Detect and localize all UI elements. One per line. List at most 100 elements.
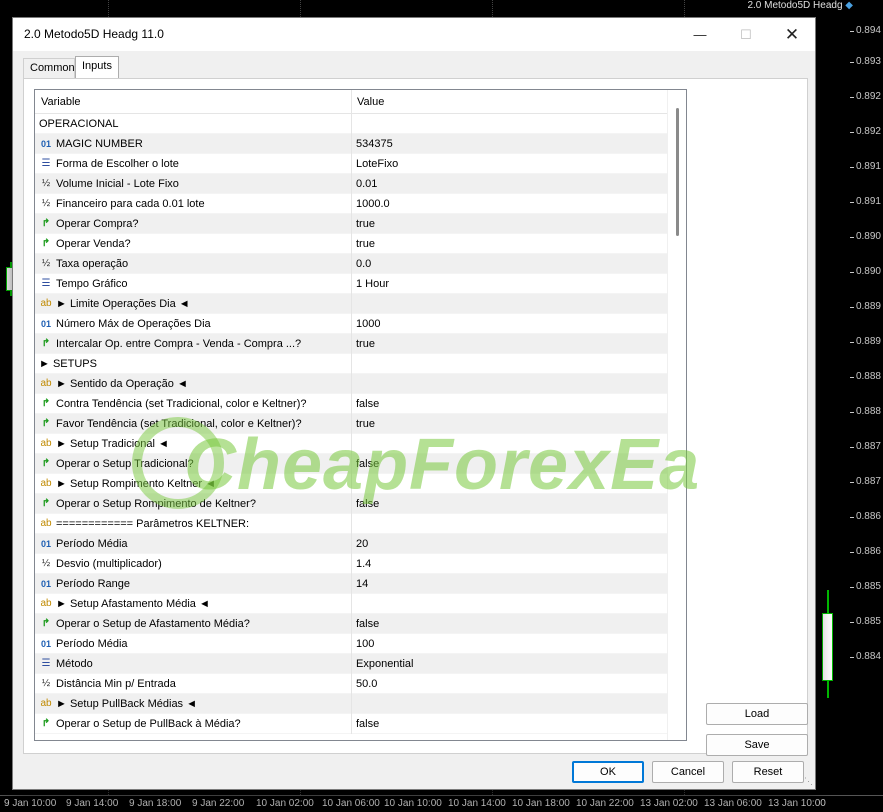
table-row[interactable]: ab ► Setup Afastamento Média ◄: [35, 594, 667, 614]
table-row[interactable]: ↱ Operar o Setup Tradicional? false: [35, 454, 667, 474]
scrollbar-thumb[interactable]: [676, 108, 679, 236]
value-cell[interactable]: true: [351, 234, 667, 254]
table-row[interactable]: ↱ Operar Compra? true: [35, 214, 667, 234]
table-row[interactable]: ↱ Operar Venda? true: [35, 234, 667, 254]
value-cell[interactable]: false: [351, 494, 667, 514]
value-cell[interactable]: false: [351, 454, 667, 474]
variable-cell: 01 Número Máx de Operações Dia: [39, 314, 349, 334]
value-cell[interactable]: true: [351, 414, 667, 434]
value-cell[interactable]: 100: [351, 634, 667, 654]
table-row[interactable]: ½ Volume Inicial - Lote Fixo 0.01: [35, 174, 667, 194]
screen: 2.0 Metodo5D Headg ◆ 0.894 0.893 0.892 0.89…: [0, 0, 883, 812]
bool-type-icon: ↱: [41, 338, 51, 350]
ok-button[interactable]: OK: [572, 761, 644, 783]
table-row[interactable]: ☰ Método Exponential: [35, 654, 667, 674]
variable-cell: ☰ Tempo Gráfico: [39, 274, 349, 294]
tab-common[interactable]: Common: [23, 58, 75, 78]
variable-cell: ↱ Intercalar Op. entre Compra - Venda - C…: [39, 334, 349, 354]
table-row[interactable]: ↱ Intercalar Op. entre Compra - Venda - C…: [35, 334, 667, 354]
table-row[interactable]: ☰ Forma de Escolher o lote LoteFixo: [35, 154, 667, 174]
table-row[interactable]: ↱ Operar o Setup de PullBack à Média? fals…: [35, 714, 667, 734]
value-cell[interactable]: false: [351, 394, 667, 414]
tab-inputs[interactable]: Inputs: [75, 56, 119, 79]
save-button[interactable]: Save: [706, 734, 808, 756]
close-button[interactable]: ✕: [769, 18, 815, 51]
table-row[interactable]: ½ Financeiro para cada 0.01 lote 1000.0: [35, 194, 667, 214]
string-type-icon: ab: [40, 598, 52, 610]
table-row[interactable]: ↱ Contra Tendência (set Tradicional, colo…: [35, 394, 667, 414]
minimize-button[interactable]: —: [677, 18, 723, 51]
variable-cell: ½ Financeiro para cada 0.01 lote: [39, 194, 349, 214]
variable-name: Tempo Gráfico: [56, 278, 128, 290]
table-row[interactable]: ½ Distância Min p/ Entrada 50.0: [35, 674, 667, 694]
value-cell[interactable]: LoteFixo: [351, 154, 667, 174]
value-cell[interactable]: 1000: [351, 314, 667, 334]
value-cell[interactable]: [351, 474, 667, 494]
value-cell[interactable]: Exponential: [351, 654, 667, 674]
table-row[interactable]: ↱ Favor Tendência (set Tradicional, color…: [35, 414, 667, 434]
table-row[interactable]: 01 MAGIC NUMBER 534375: [35, 134, 667, 154]
table-row[interactable]: ½ Taxa operação 0.0: [35, 254, 667, 274]
table-row[interactable]: ab ► Setup PullBack Médias ◄: [35, 694, 667, 714]
table-row[interactable]: ab ► Setup Tradicional ◄: [35, 434, 667, 454]
inputs-table: Variable Value OPERACIONAL 01 MAGIC NUMBER…: [34, 89, 687, 741]
value-cell[interactable]: false: [351, 614, 667, 634]
value-cell[interactable]: 534375: [351, 134, 667, 154]
value-cell[interactable]: true: [351, 334, 667, 354]
value-cell[interactable]: false: [351, 714, 667, 734]
time-tick-label: 10 Jan 06:00: [322, 798, 380, 809]
table-row[interactable]: 01 Período Média 20: [35, 534, 667, 554]
table-row[interactable]: ☰ Tempo Gráfico 1 Hour: [35, 274, 667, 294]
variable-cell: ½ Taxa operação: [39, 254, 349, 274]
value-cell[interactable]: [351, 294, 667, 314]
value-cell[interactable]: 50.0: [351, 674, 667, 694]
table-row[interactable]: ½ Desvio (multiplicador) 1.4: [35, 554, 667, 574]
titlebar[interactable]: 2.0 Metodo5D Headg 11.0 — ☐ ✕: [13, 18, 815, 51]
table-row[interactable]: 01 Período Range 14: [35, 574, 667, 594]
value-cell[interactable]: 0.0: [351, 254, 667, 274]
cancel-button[interactable]: Cancel: [652, 761, 724, 783]
value-cell[interactable]: [351, 114, 667, 134]
value-cell[interactable]: [351, 434, 667, 454]
column-separator[interactable]: [351, 90, 352, 114]
column-header-variable[interactable]: Variable: [41, 96, 81, 108]
table-row[interactable]: 01 Período Média 100: [35, 634, 667, 654]
variable-name: OPERACIONAL: [39, 118, 119, 130]
table-row[interactable]: ab ► Setup Rompimento Keltner ◄: [35, 474, 667, 494]
table-row[interactable]: ↱ Operar o Setup de Afastamento Média? fal…: [35, 614, 667, 634]
maximize-button: ☐: [740, 26, 752, 42]
table-row[interactable]: ↱ Operar o Setup Rompimento de Keltner? fa…: [35, 494, 667, 514]
table-row[interactable]: ab ► Sentido da Operação ◄: [35, 374, 667, 394]
time-tick-label: 10 Jan 18:00: [512, 798, 570, 809]
table-row[interactable]: 01 Número Máx de Operações Dia 1000: [35, 314, 667, 334]
column-header-value[interactable]: Value: [357, 96, 384, 108]
string-type-icon: ab: [40, 298, 52, 310]
variable-name: Favor Tendência (set Tradicional, color …: [56, 418, 302, 430]
vertical-scrollbar[interactable]: [667, 90, 686, 740]
value-cell[interactable]: 1 Hour: [351, 274, 667, 294]
double-type-icon: ½: [41, 558, 51, 570]
variable-name: Operar o Setup Rompimento de Keltner?: [56, 498, 256, 510]
value-cell[interactable]: [351, 354, 667, 374]
variable-name: Operar o Setup Tradicional?: [56, 458, 194, 470]
reset-button[interactable]: Reset: [732, 761, 804, 783]
load-button[interactable]: Load: [706, 703, 808, 725]
table-row[interactable]: ► SETUPS: [35, 354, 667, 374]
value-cell[interactable]: 20: [351, 534, 667, 554]
value-cell[interactable]: 14: [351, 574, 667, 594]
bool-type-icon: ↱: [41, 418, 51, 430]
value-cell[interactable]: [351, 594, 667, 614]
value-cell[interactable]: [351, 374, 667, 394]
variable-cell: ↱ Operar o Setup Tradicional?: [39, 454, 349, 474]
resize-grip-icon[interactable]: ⋱: [804, 776, 813, 787]
value-cell[interactable]: [351, 514, 667, 534]
table-row[interactable]: ab ============ Parâmetros KELTNER:: [35, 514, 667, 534]
value-cell[interactable]: 1.4: [351, 554, 667, 574]
value-cell[interactable]: true: [351, 214, 667, 234]
table-row[interactable]: ab ► Limite Operações Dia ◄: [35, 294, 667, 314]
table-row[interactable]: OPERACIONAL: [35, 114, 667, 134]
integer-type-icon: 01: [40, 539, 51, 550]
value-cell[interactable]: 1000.0: [351, 194, 667, 214]
value-cell[interactable]: 0.01: [351, 174, 667, 194]
value-cell[interactable]: [351, 694, 667, 714]
